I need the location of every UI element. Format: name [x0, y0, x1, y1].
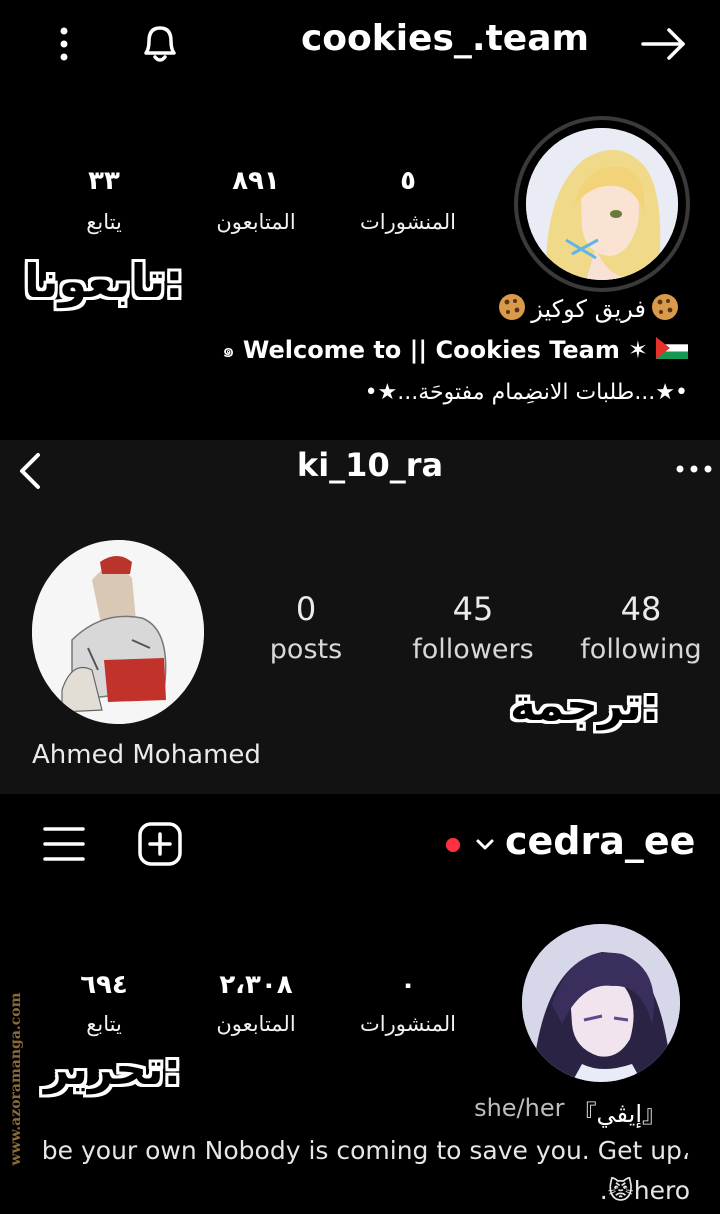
followers-count[interactable]: ٢،٣٠٨ [196, 970, 316, 1000]
avatar[interactable] [32, 540, 204, 724]
pronouns-row: she/her 『إيڤي』 [474, 1094, 666, 1129]
following-count[interactable]: ٦٩٤ [44, 970, 164, 1000]
profile-cookies-team: cookies_.team ٥ المنشورات ٨٩١ المتابعون … [0, 0, 720, 440]
avatar-image [526, 128, 678, 280]
avatar[interactable] [514, 116, 690, 292]
site-watermark: www.azoramanga.com [2, 960, 30, 1210]
palestine-flag-icon [656, 337, 688, 363]
bell-icon[interactable] [136, 18, 184, 66]
profile-cedra-ee: cedra_ee ٠ المنشورات ٢،٣٠٨ المتابعون ٦٩٤… [0, 794, 720, 1214]
chevron-down-icon[interactable] [472, 832, 498, 858]
display-name-row: فريق كوكيز [497, 292, 680, 326]
posts-count: 0 [295, 590, 317, 628]
sticker-editing: تحرير: [44, 1044, 182, 1095]
watermark-text: www.azoramanga.com [8, 992, 24, 1166]
followers-label[interactable]: المتابعون [186, 210, 326, 234]
following-label[interactable]: following [561, 634, 720, 665]
bio-line-1: be your own Nobody is coming to save you… [41, 1136, 690, 1165]
menu-icon[interactable] [40, 822, 88, 866]
display-name: 『إيڤي』 [572, 1100, 667, 1128]
posts-label: المنشورات [359, 1012, 457, 1036]
bio-line-2: •★...طلبات الانضِمام مفتوحَة...★• [364, 380, 688, 405]
following-count[interactable]: 48 [571, 590, 711, 628]
sticker-follow-us: تابعونا: [24, 254, 184, 308]
more-horizontal-icon[interactable] [672, 454, 716, 484]
avatar[interactable] [522, 924, 680, 1082]
profile-username[interactable]: cedra_ee [505, 819, 695, 863]
cookie-icon [497, 292, 527, 326]
bio-prefix: ๑ [222, 338, 235, 362]
followers-count[interactable]: ٨٩١ [196, 166, 316, 196]
followers-label[interactable]: المتابعون [186, 1012, 326, 1036]
posts-label: المنشورات [359, 210, 457, 234]
sticker-translation: ترجمة: [510, 680, 660, 731]
posts-label: posts [269, 634, 343, 665]
star-icon: ✶ [627, 336, 648, 364]
following-label[interactable]: يتابع [34, 1012, 174, 1036]
profile-ki-10-ra: ki_10_ra 0 posts 45 followers 48 followi… [0, 440, 720, 794]
profile-username: cookies_.team [300, 18, 590, 59]
following-label[interactable]: يتابع [34, 210, 174, 234]
live-dot [446, 838, 460, 852]
cookie-icon [650, 292, 680, 326]
display-name: فريق كوكيز [531, 295, 646, 323]
new-post-icon[interactable] [136, 820, 184, 868]
posts-count: ٠ [400, 970, 416, 1000]
bio-line-2: .😾hero [599, 1176, 690, 1205]
more-vertical-icon[interactable] [46, 22, 82, 66]
followers-count[interactable]: 45 [403, 590, 543, 628]
followers-label[interactable]: followers [393, 634, 553, 665]
following-count[interactable]: ٣٣ [44, 166, 164, 196]
arrow-right-icon[interactable] [636, 20, 692, 68]
back-chevron-icon[interactable] [10, 446, 50, 496]
profile-username: ki_10_ra [296, 446, 444, 484]
pronouns: she/her [474, 1094, 565, 1122]
bio-welcome: Welcome to || Cookies Team [242, 336, 620, 364]
profile-name: Ahmed Mohamed [32, 740, 261, 770]
bio-line-1: ๑ Welcome to || Cookies Team ✶ [222, 334, 688, 366]
posts-count: ٥ [400, 166, 416, 196]
